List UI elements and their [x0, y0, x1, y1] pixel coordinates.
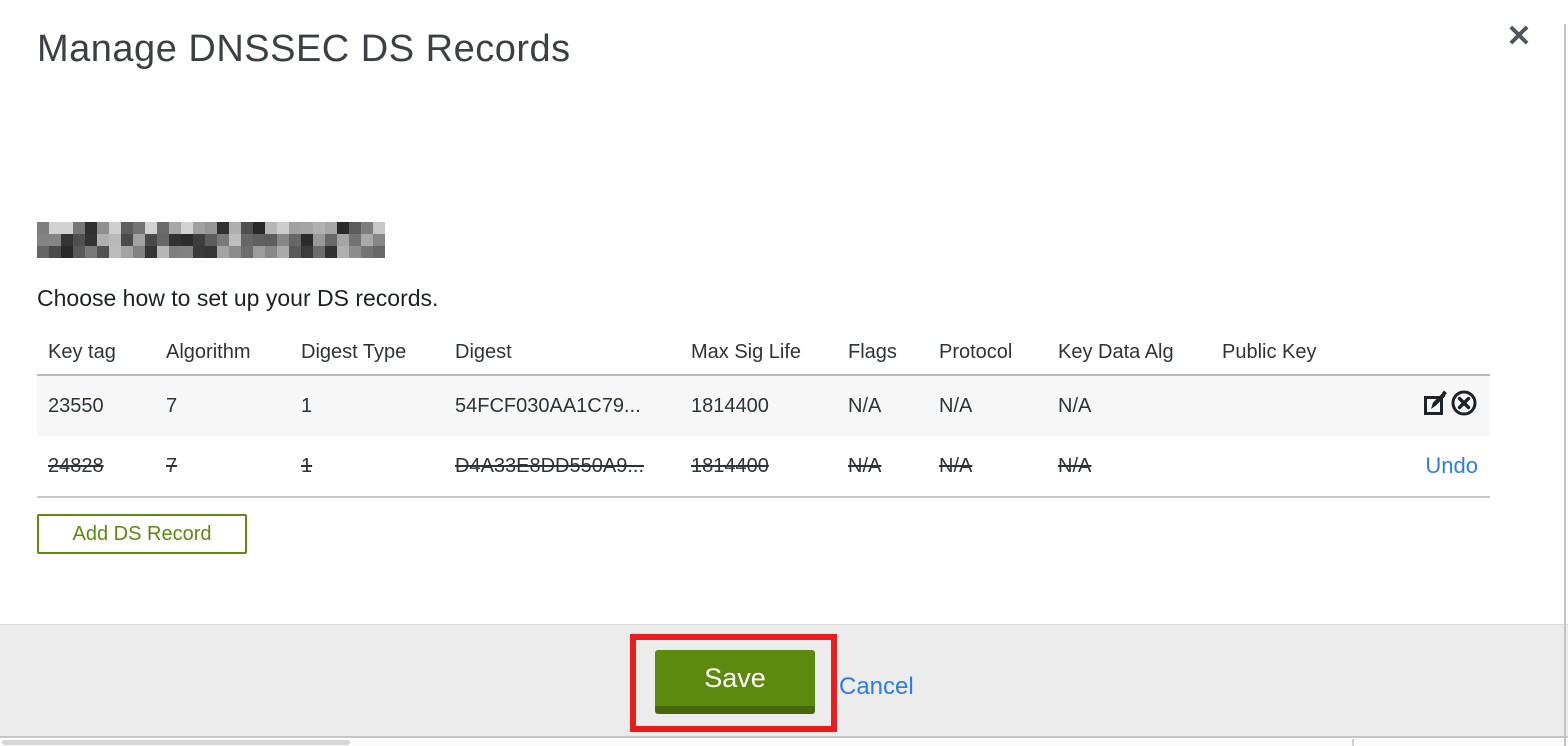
cell-protocol: N/A [939, 394, 973, 417]
cell-flags: N/A [848, 394, 882, 417]
edit-icon [1424, 390, 1447, 415]
column-header-max-sig-life: Max Sig Life [691, 340, 802, 363]
cell-digest: D4A33E8DD550A9... [455, 454, 645, 477]
column-header-flags: Flags [848, 340, 897, 363]
cancel-link[interactable]: Cancel [839, 673, 914, 701]
ds-records-table: Key tag Algorithm Digest Type Digest Max… [37, 330, 1490, 498]
save-button[interactable]: Save [655, 650, 815, 714]
cell-key-tag: 24828 [48, 454, 104, 477]
cell-max-sig-life: 1814400 [691, 394, 769, 417]
cell-key-data-alg: N/A [1058, 454, 1092, 477]
cell-key-data-alg: N/A [1058, 394, 1092, 417]
column-header-digest-type: Digest Type [301, 340, 407, 363]
cell-algorithm: 7 [166, 394, 178, 417]
cell-max-sig-life: 1814400 [691, 454, 769, 477]
cell-algorithm: 7 [166, 454, 178, 477]
column-header-key-tag: Key tag [48, 340, 116, 363]
column-header-protocol: Protocol [939, 340, 1013, 363]
vertical-scrollbar-track[interactable] [1564, 24, 1566, 746]
column-header-digest: Digest [455, 340, 512, 363]
cell-digest-type: 1 [301, 454, 313, 477]
cell-public-key [1211, 375, 1409, 436]
add-ds-record-button[interactable]: Add DS Record [37, 514, 247, 554]
delete-record-button[interactable] [1450, 389, 1478, 417]
cell-public-key [1211, 436, 1409, 497]
cell-digest-type: 1 [301, 394, 313, 417]
cell-protocol: N/A [939, 454, 973, 477]
table-header-row: Key tag Algorithm Digest Type Digest Max… [37, 330, 1490, 375]
table-row: 23550 7 1 54FCF030AA1C79... 1814400 N/A … [37, 375, 1490, 436]
bottom-strip-divider [1352, 739, 1354, 746]
column-header-actions [1409, 330, 1490, 375]
browser-bottom-strip [0, 739, 1568, 746]
undo-link[interactable]: Undo [1425, 453, 1478, 478]
page-title: Manage DNSSEC DS Records [37, 28, 571, 70]
row-actions: Undo [1409, 436, 1490, 497]
red-annotation-box: Save [630, 634, 837, 732]
edit-record-button[interactable] [1421, 389, 1449, 417]
horizontal-scrollbar-thumb[interactable] [2, 740, 350, 745]
remove-circle-icon [1451, 390, 1477, 416]
modal-footer: Save Cancel [0, 624, 1568, 738]
instruction-text: Choose how to set up your DS records. [37, 285, 439, 311]
column-header-key-data-alg: Key Data Alg [1058, 340, 1174, 363]
row-actions [1409, 375, 1490, 436]
column-header-public-key: Public Key [1222, 340, 1317, 363]
table-row: 24828 7 1 D4A33E8DD550A9... 1814400 N/A … [37, 436, 1490, 497]
cell-key-tag: 23550 [48, 394, 104, 417]
cell-flags: N/A [848, 454, 882, 477]
cell-digest: 54FCF030AA1C79... [455, 394, 641, 417]
redacted-domain-name [37, 222, 385, 258]
column-header-algorithm: Algorithm [166, 340, 251, 363]
close-icon[interactable]: ✕ [1501, 18, 1537, 54]
